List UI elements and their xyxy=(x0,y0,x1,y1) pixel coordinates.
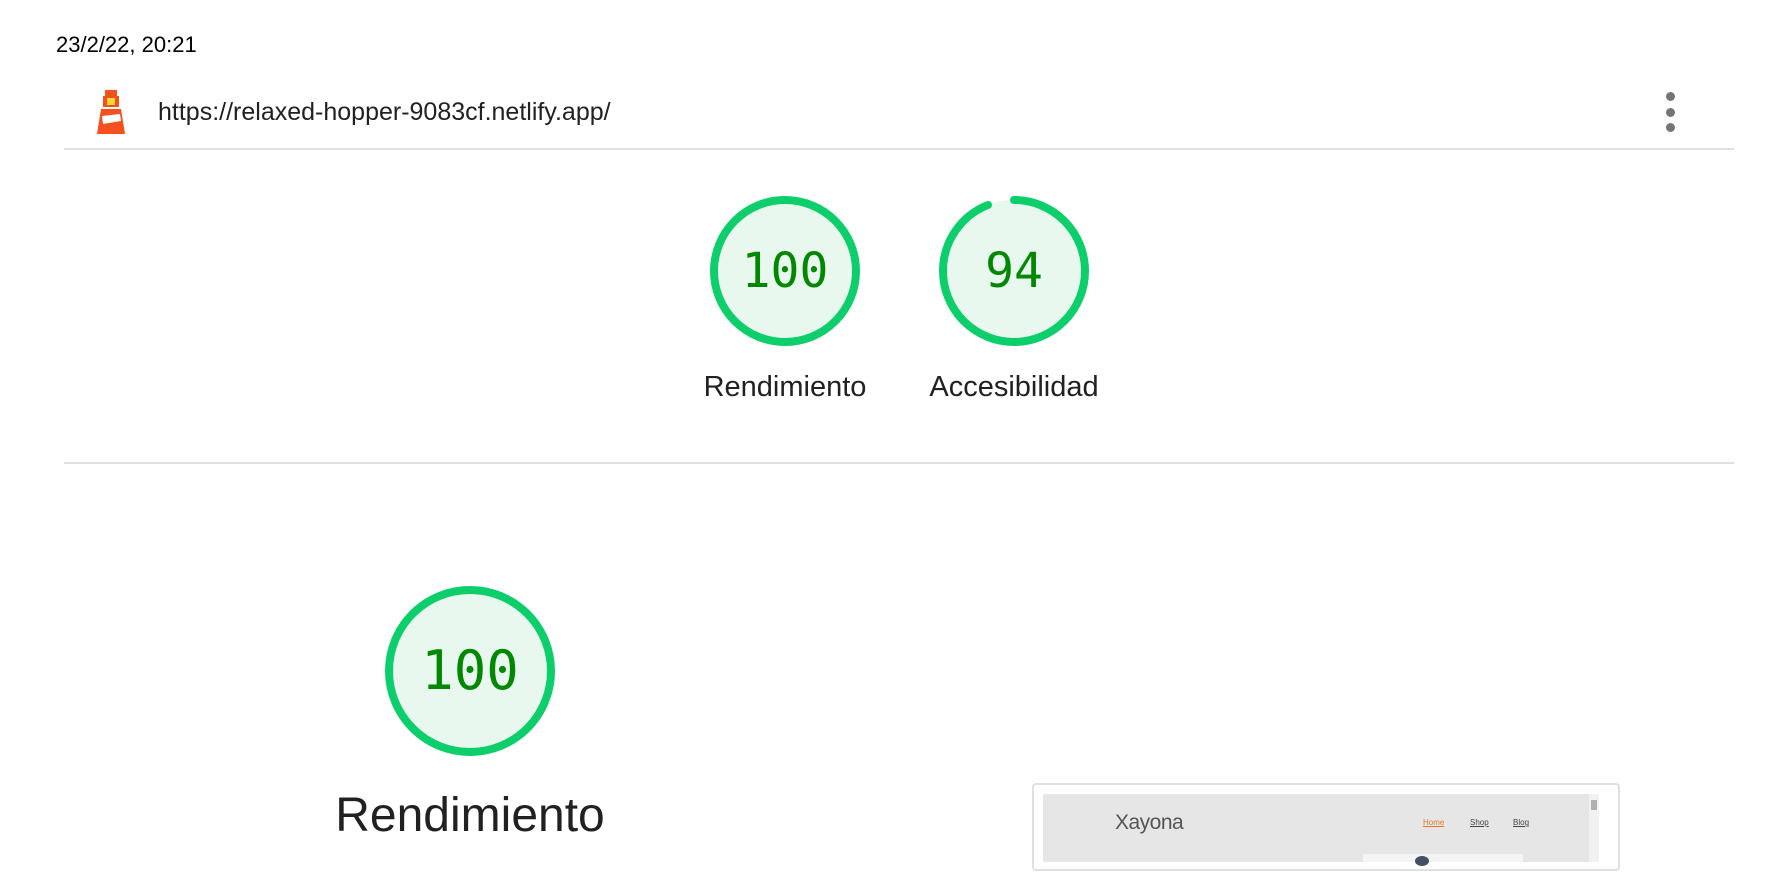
category-score: 100 xyxy=(421,639,519,702)
report-url[interactable]: https://relaxed-hopper-9083cf.netlify.ap… xyxy=(158,98,611,127)
gauge-label: Accesibilidad xyxy=(929,371,1099,403)
screenshot-nav-item: Blog xyxy=(1513,818,1530,827)
gauge-score: 100 xyxy=(742,243,829,299)
gauge-accessibility[interactable]: 94 Accesibilidad xyxy=(914,195,1114,404)
gauge-performance[interactable]: 100 Rendimiento xyxy=(685,195,885,404)
screenshot-brand: Xayona xyxy=(1115,811,1184,834)
screenshot-nav-item: Home xyxy=(1423,818,1445,827)
score-gauges: 100 Rendimiento 94 Accesibilidad xyxy=(0,195,1770,425)
screenshot-scrollbar xyxy=(1589,794,1599,862)
kebab-dot xyxy=(1665,92,1675,101)
category-performance: 100 Rendimiento xyxy=(320,585,620,843)
final-screenshot-thumbnail[interactable]: Xayona Home Shop Blog xyxy=(1032,783,1620,871)
lighthouse-icon xyxy=(94,90,128,134)
kebab-dot xyxy=(1665,107,1675,117)
category-title: Rendimiento xyxy=(335,789,605,842)
gauge-label: Rendimiento xyxy=(703,371,867,403)
screenshot-page: Xayona Home Shop Blog xyxy=(1043,794,1599,866)
screenshot-scroll-thumb xyxy=(1591,800,1597,810)
kebab-menu-icon[interactable] xyxy=(1662,92,1678,132)
kebab-dot xyxy=(1665,123,1675,132)
screenshot-nav-item: Shop xyxy=(1470,818,1489,827)
gauge-score: 94 xyxy=(985,243,1043,299)
section-divider xyxy=(64,462,1734,464)
report-topbar: https://relaxed-hopper-9083cf.netlify.ap… xyxy=(64,86,1734,150)
lighthouse-report: 23/2/22, 20:21 https://relaxed-hopper-90… xyxy=(0,0,1770,872)
screenshot-image-fragment xyxy=(1415,856,1429,866)
gauge-accessibility-ring: 94 xyxy=(939,196,1089,346)
gauge-performance-ring: 100 xyxy=(710,196,860,346)
screenshot-content-strip xyxy=(1363,854,1523,862)
report-timestamp: 23/2/22, 20:21 xyxy=(56,32,197,57)
category-gauge-ring: 100 xyxy=(385,586,555,756)
